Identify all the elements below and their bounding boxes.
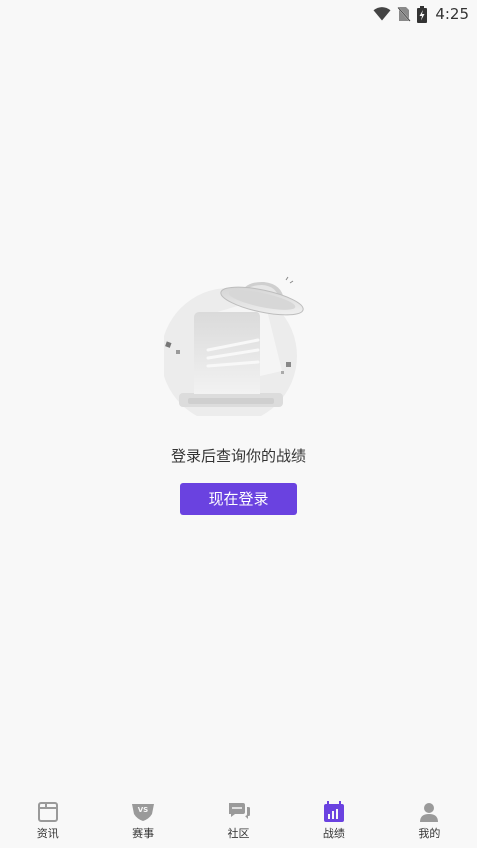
stats-chart-icon [323, 801, 344, 822]
screen: 4:25 登录后查询你的战绩 现在登录 资讯 VS 赛事 社区 战绩 我的 [0, 0, 477, 848]
nav-label-matches: 赛事 [132, 827, 155, 840]
nav-label-community: 社区 [227, 827, 250, 840]
ufo-document-illustration [163, 276, 304, 416]
empty-message: 登录后查询你的战绩 [170, 447, 306, 465]
wifi-icon [373, 7, 391, 21]
bottom-nav: 资讯 VS 赛事 社区 战绩 我的 [0, 796, 477, 848]
status-bar: 4:25 [0, 0, 477, 28]
nav-item-news[interactable]: 资讯 [0, 796, 95, 848]
nav-item-community[interactable]: 社区 [191, 796, 286, 848]
svg-text:VS: VS [138, 806, 148, 814]
vs-match-icon: VS [132, 804, 155, 821]
chat-bubbles-icon [228, 803, 250, 819]
nav-item-stats[interactable]: 战绩 [286, 796, 381, 848]
nav-label-stats: 战绩 [322, 827, 345, 840]
battery-charging-icon [417, 5, 428, 23]
status-time: 4:25 [435, 5, 469, 23]
no-sim-icon [397, 6, 412, 22]
nav-item-matches[interactable]: VS 赛事 [95, 796, 190, 848]
empty-state: 登录后查询你的战绩 现在登录 [0, 276, 477, 515]
nav-label-news: 资讯 [36, 827, 59, 840]
login-button[interactable]: 现在登录 [180, 483, 297, 515]
status-icons: 4:25 [367, 4, 469, 24]
news-icon [37, 802, 58, 822]
nav-label-profile: 我的 [418, 827, 441, 840]
nav-item-profile[interactable]: 我的 [382, 796, 477, 848]
user-icon [420, 803, 439, 822]
